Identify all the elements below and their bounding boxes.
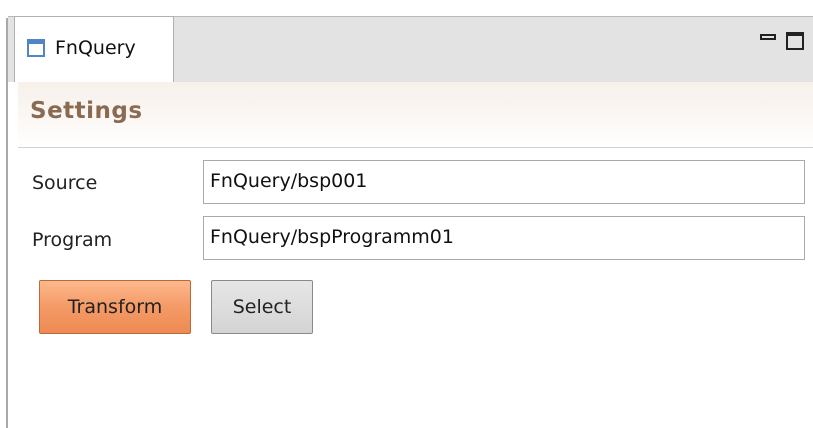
settings-header: Settings — [18, 82, 813, 148]
select-button[interactable]: Select — [211, 280, 313, 334]
view-content: Settings Source FnQuery/bsp001 Program F… — [8, 82, 813, 428]
app-window: FnQuery Settings Source FnQuery/bsp001 P… — [0, 0, 813, 428]
source-input[interactable]: FnQuery/bsp001 — [203, 160, 805, 204]
top-strip — [0, 0, 813, 10]
minimize-icon[interactable] — [760, 34, 776, 40]
tab-label: FnQuery — [55, 37, 136, 59]
tab-fnquery[interactable]: FnQuery — [14, 16, 174, 82]
section-title: Settings — [30, 98, 143, 124]
window-controls — [760, 28, 813, 52]
source-label: Source — [32, 172, 98, 194]
program-input[interactable]: FnQuery/bspProgramm01 — [203, 216, 805, 260]
transform-button[interactable]: Transform — [39, 280, 191, 334]
program-label: Program — [32, 229, 113, 251]
maximize-icon[interactable] — [786, 32, 804, 50]
window-icon — [27, 39, 45, 57]
